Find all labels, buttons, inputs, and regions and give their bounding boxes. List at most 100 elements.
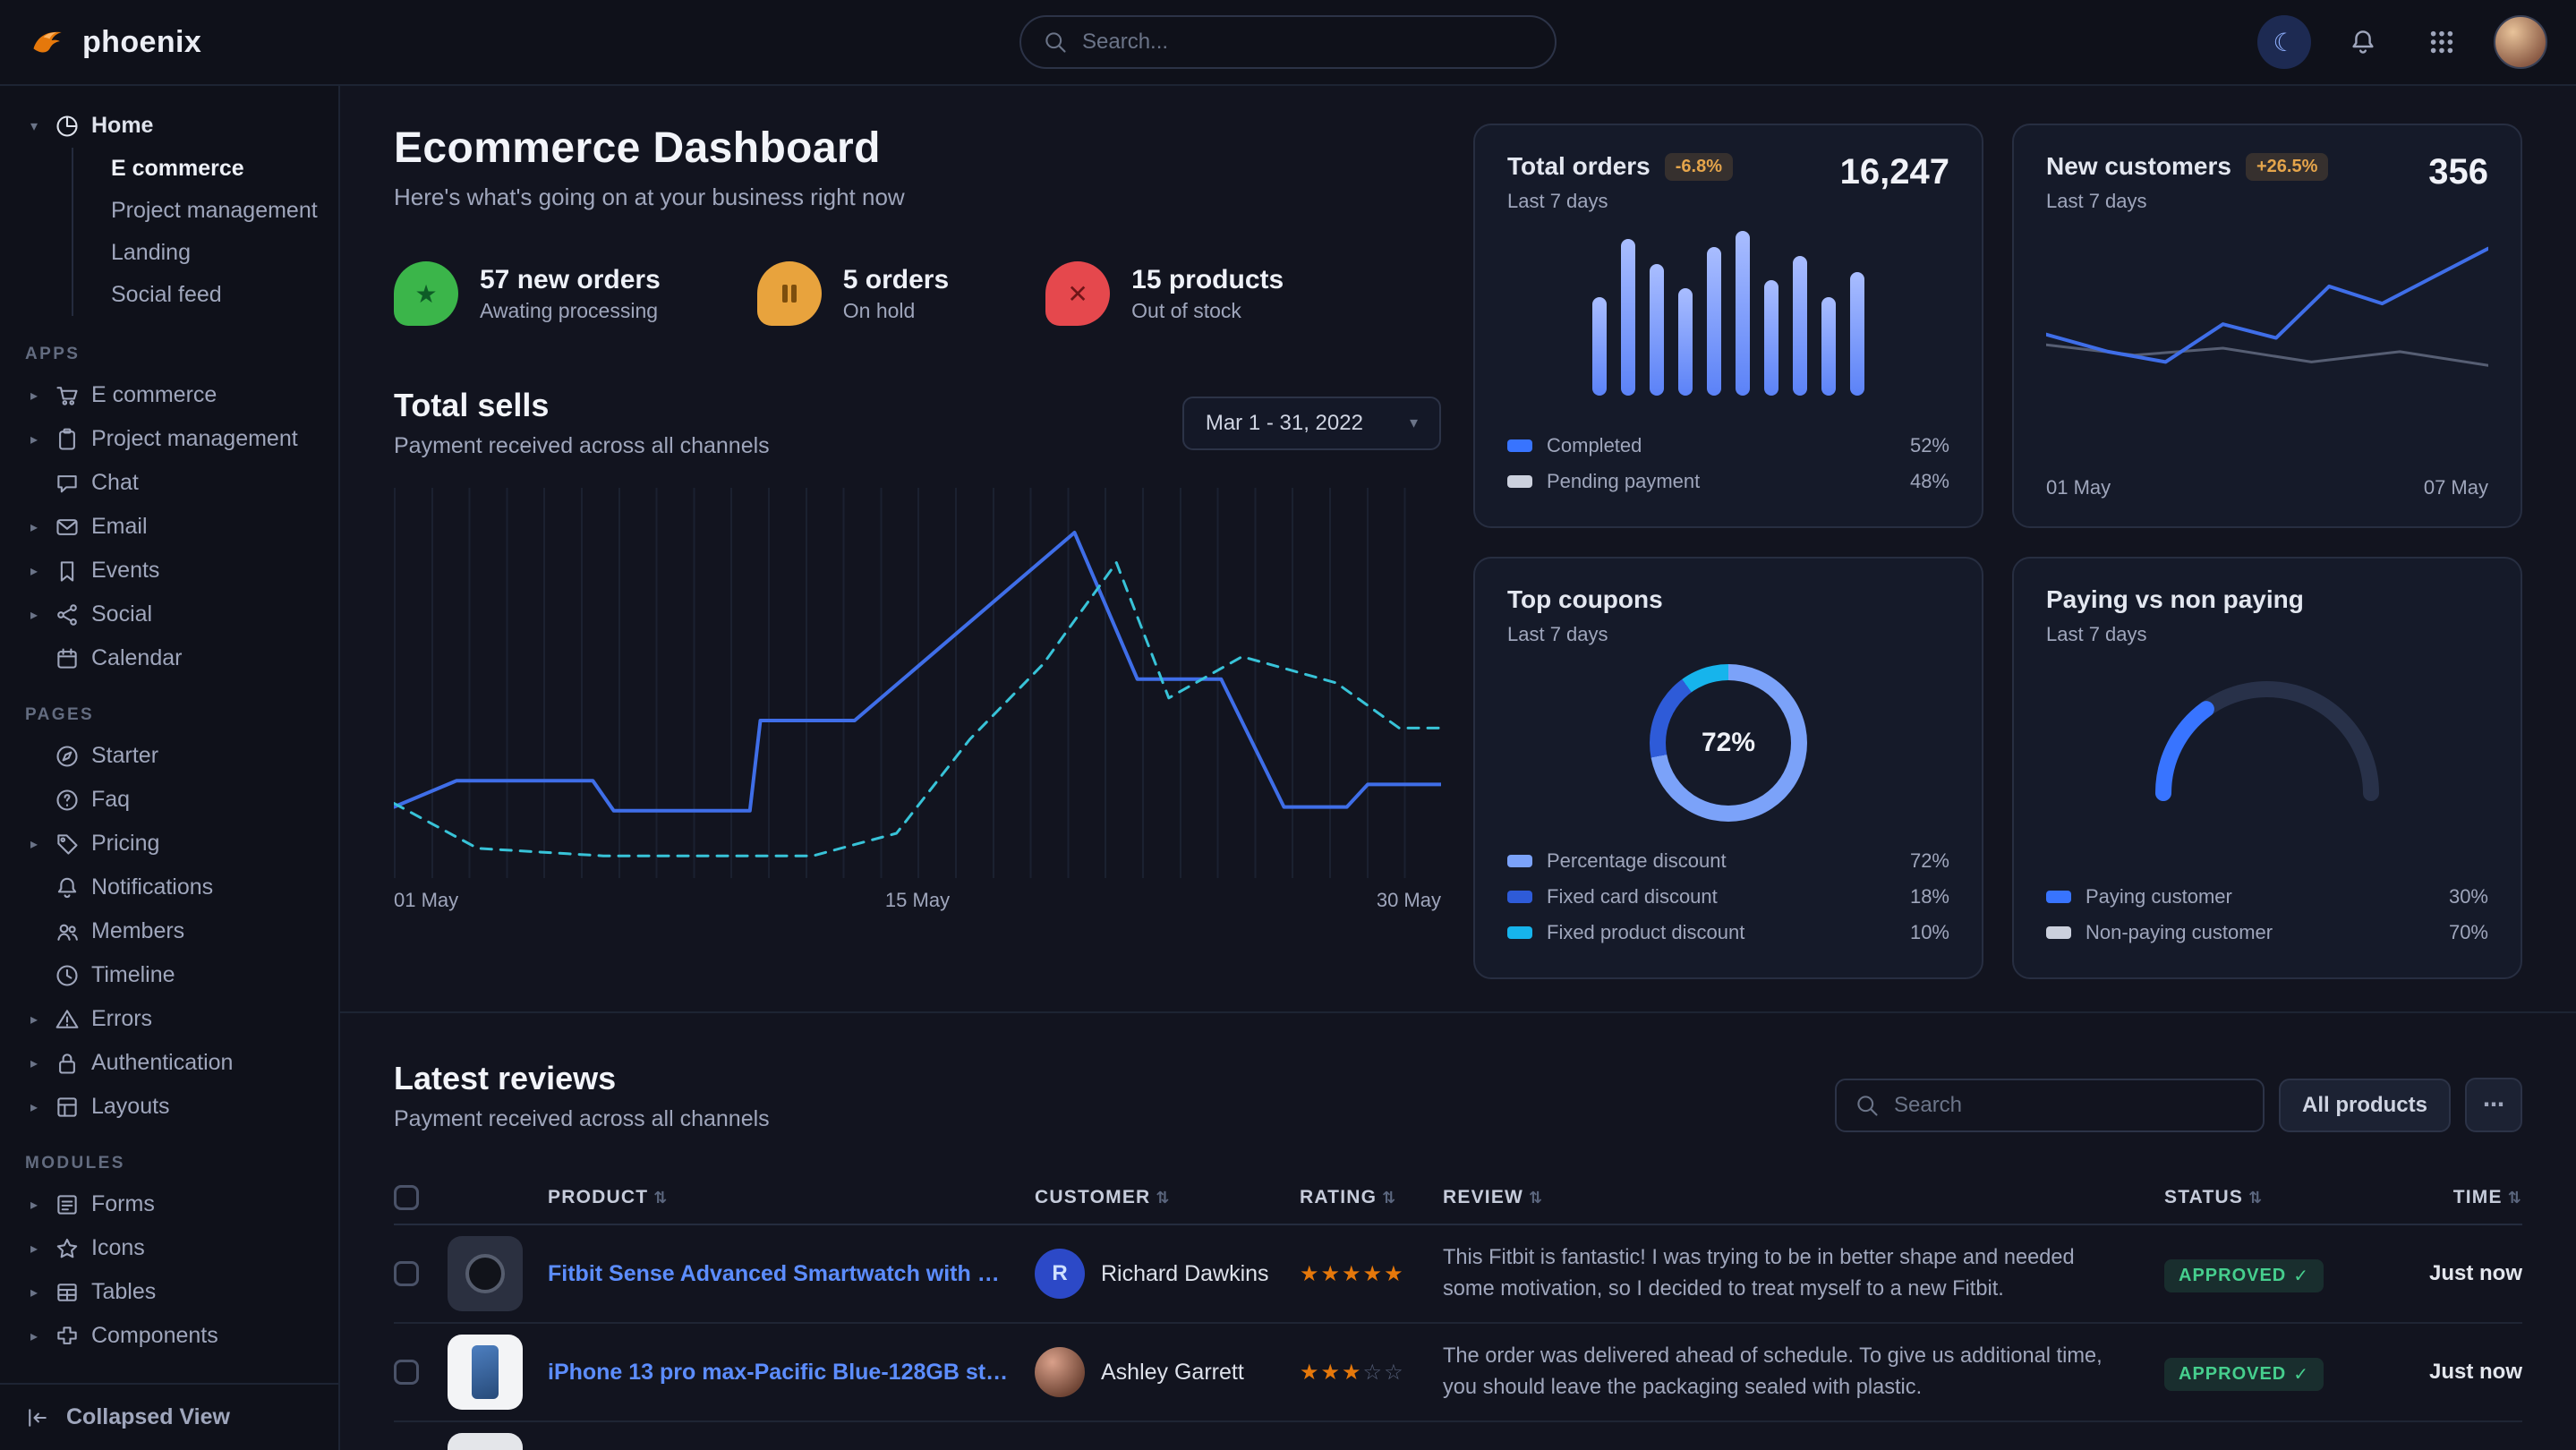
legend-value: 18% [1910, 885, 1949, 908]
grid-icon [2428, 29, 2455, 55]
sidebar-item-project-management-dashboard[interactable]: Project management [111, 190, 338, 232]
status-badge: APPROVED✓ [2164, 1259, 2324, 1292]
row-checkbox[interactable] [394, 1261, 419, 1286]
sidebar-item-label: Starter [91, 743, 158, 769]
app-launcher-button[interactable] [2415, 15, 2469, 69]
sidebar-item-social-feed[interactable]: Social feed [111, 274, 338, 316]
x-tick: 15 May [885, 889, 950, 912]
collapse-label: Collapsed View [66, 1404, 230, 1430]
more-options-button[interactable]: ⋯ [2465, 1078, 2522, 1132]
col-time[interactable]: TIME⇅ [2383, 1187, 2522, 1208]
table-header: PRODUCT⇅ CUSTOMER⇅ RATING⇅ REVIEW⇅ STATU… [394, 1172, 2522, 1225]
sidebar-item-landing[interactable]: Landing [111, 232, 338, 274]
chevron-down-icon: ▾ [25, 117, 43, 135]
reviews-search [1835, 1079, 2265, 1132]
sidebar-item-label: Chat [91, 470, 139, 496]
theme-toggle-button[interactable]: ☾ [2257, 15, 2311, 69]
sidebar-item-email[interactable]: ▸ Email [0, 505, 338, 549]
select-all-checkbox[interactable] [394, 1185, 419, 1210]
user-avatar[interactable] [2494, 15, 2547, 69]
product-thumbnail[interactable] [448, 1335, 523, 1410]
sidebar-item-faq[interactable]: Faq [0, 778, 338, 822]
col-status[interactable]: STATUS⇅ [2164, 1187, 2383, 1208]
search-input[interactable] [1082, 30, 1533, 55]
sidebar-item-timeline[interactable]: Timeline [0, 953, 338, 997]
out-of-stock-x-icon: ✕ [1045, 261, 1110, 326]
sidebar-item-components[interactable]: ▸ Components [0, 1314, 338, 1358]
sidebar-item-ecommerce-app[interactable]: ▸ E commerce [0, 373, 338, 417]
sidebar-item-tables[interactable]: ▸ Tables [0, 1270, 338, 1314]
stat-on-hold: 5 orders On hold [757, 261, 949, 326]
col-customer[interactable]: CUSTOMER⇅ [1035, 1187, 1300, 1208]
date-range-select[interactable]: Mar 1 - 31, 2022 ▾ [1182, 397, 1441, 450]
new-customers-x-axis: 01 May 07 May [2046, 476, 2488, 499]
review-text: This Fitbit is fantastic! I was trying t… [1443, 1242, 2164, 1306]
sidebar-item-label: Calendar [91, 645, 182, 671]
legend-label: Paying customer [2086, 885, 2232, 908]
x-tick: 30 May [1377, 889, 1441, 912]
tag-icon [54, 832, 81, 857]
legend-chip [1507, 439, 1532, 452]
section-label-pages: PAGES [0, 680, 338, 734]
search-icon [1043, 30, 1068, 55]
orders-legend: Completed52% Pending payment48% [1507, 428, 1949, 499]
status-badge: APPROVED✓ [2164, 1358, 2324, 1391]
star-icon [54, 1236, 81, 1261]
sidebar-item-ecommerce-dashboard[interactable]: E commerce [111, 148, 338, 190]
sidebar-item-pricing[interactable]: ▸ Pricing [0, 822, 338, 866]
stat-out-of-stock: ✕ 15 products Out of stock [1045, 261, 1284, 326]
sidebar-item-members[interactable]: Members [0, 909, 338, 953]
sidebar-item-authentication[interactable]: ▸ Authentication [0, 1041, 338, 1085]
reviews-subtitle: Payment received across all channels [394, 1106, 770, 1132]
sidebar-item-calendar[interactable]: Calendar [0, 636, 338, 680]
sidebar-item-project-management-app[interactable]: ▸ Project management [0, 417, 338, 461]
warning-icon [54, 1007, 81, 1032]
collapse-sidebar-button[interactable]: Collapsed View [0, 1383, 338, 1450]
sidebar-item-label: Project management [91, 426, 298, 452]
x-tick: 07 May [2424, 476, 2488, 499]
col-review[interactable]: REVIEW⇅ [1443, 1187, 2164, 1208]
sidebar-item-label: Components [91, 1323, 218, 1349]
coupons-donut-chart: 72% [1650, 664, 1807, 822]
sidebar-item-starter[interactable]: Starter [0, 734, 338, 778]
col-product[interactable]: PRODUCT⇅ [548, 1187, 1035, 1208]
notifications-button[interactable] [2336, 15, 2390, 69]
search-icon [1855, 1093, 1880, 1118]
sidebar-item-layouts[interactable]: ▸ Layouts [0, 1085, 338, 1129]
main-content: Ecommerce Dashboard Here's what's going … [340, 86, 2576, 1450]
check-icon: ✓ [2293, 1363, 2309, 1386]
stats-row: ★ 57 new orders Awating processing 5 ord… [394, 261, 1441, 326]
sidebar-item-label: Timeline [91, 962, 175, 988]
legend-chip [1507, 926, 1532, 939]
sidebar-item-social[interactable]: ▸ Social [0, 593, 338, 636]
legend-label: Completed [1547, 434, 1642, 457]
product-thumbnail[interactable] [448, 1236, 523, 1311]
brand-name: phoenix [82, 25, 201, 60]
all-products-button[interactable]: All products [2279, 1079, 2451, 1132]
sidebar-item-forms[interactable]: ▸ Forms [0, 1182, 338, 1226]
sidebar-item-icons[interactable]: ▸ Icons [0, 1226, 338, 1270]
sidebar-item-label: Home [91, 113, 153, 139]
clipboard-icon [54, 427, 81, 452]
sidebar-item-notifications[interactable]: Notifications [0, 866, 338, 909]
row-checkbox[interactable] [394, 1360, 419, 1385]
brand[interactable]: phoenix [29, 22, 201, 62]
global-search [1019, 15, 1557, 69]
sidebar-item-chat[interactable]: Chat [0, 461, 338, 505]
legend-label: Percentage discount [1547, 849, 1727, 873]
sidebar-item-label: Errors [91, 1006, 152, 1032]
sidebar-item-events[interactable]: ▸ Events [0, 549, 338, 593]
sidebar-nav: ▾ Home E commerce Project management Lan… [0, 86, 338, 1383]
sidebar-item-label: Authentication [91, 1050, 233, 1076]
stat-value: 5 orders [843, 265, 949, 295]
product-link[interactable]: iPhone 13 pro max-Pacific Blue-128GB sto… [548, 1360, 1035, 1386]
card-period: Last 7 days [2046, 623, 2304, 646]
sidebar-item-home[interactable]: ▾ Home [0, 104, 338, 148]
legend-value: 72% [1910, 849, 1949, 873]
reviews-search-input[interactable] [1894, 1093, 2245, 1118]
product-thumbnail[interactable] [448, 1433, 523, 1450]
sidebar-item-errors[interactable]: ▸ Errors [0, 997, 338, 1041]
paying-gauge-chart [2046, 671, 2488, 807]
col-rating[interactable]: RATING⇅ [1300, 1187, 1443, 1208]
product-link[interactable]: Fitbit Sense Advanced Smartwatch with To… [548, 1261, 1035, 1287]
